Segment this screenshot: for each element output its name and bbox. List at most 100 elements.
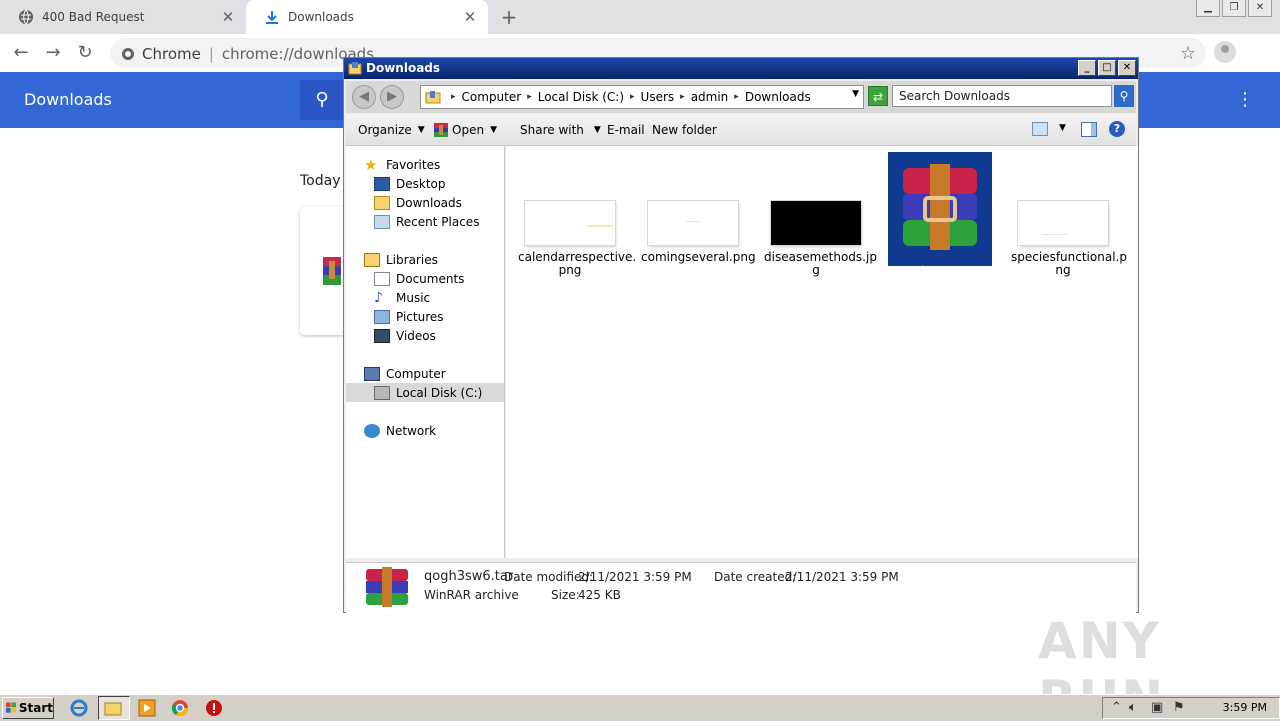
volume-icon[interactable]: 🔈︎ <box>1129 700 1137 715</box>
nav-pictures[interactable]: Pictures <box>374 307 444 326</box>
media-player-icon[interactable] <box>138 699 156 717</box>
breadcrumb-item[interactable]: admin ▸ <box>691 90 745 104</box>
forward-button[interactable]: ▶ <box>380 85 404 109</box>
tab-strip: 400 Bad Request ✕ Downloads ✕ + ▁ ❐ ✕ <box>0 0 1280 34</box>
reload-button[interactable]: ↻ <box>74 42 96 64</box>
chevron-up-icon[interactable]: ⌃ <box>1111 700 1122 715</box>
file-item[interactable]: calendarrespective. png <box>518 201 636 277</box>
window-title: Downloads <box>366 61 441 75</box>
breadcrumb-item[interactable]: Downloads <box>745 90 811 104</box>
nav-network[interactable]: Network <box>364 421 436 440</box>
folder-icon <box>348 62 362 75</box>
close-tab-icon[interactable]: ✕ <box>220 9 236 25</box>
chrome-icon[interactable] <box>171 699 189 717</box>
stop-icon[interactable] <box>205 699 223 717</box>
navigation-pane: ★ Favorites Desktop Downloads Recent Plac… <box>346 146 505 558</box>
chevron-down-icon[interactable]: ▼ <box>852 89 859 99</box>
back-button[interactable]: ← <box>10 42 32 64</box>
documents-icon <box>374 271 390 286</box>
downloads-folder-icon <box>374 195 390 210</box>
search-input[interactable]: Search Downloads <box>892 85 1112 107</box>
tab-bad-request[interactable]: 400 Bad Request ✕ <box>0 0 246 34</box>
breadcrumb-item[interactable]: Local Disk (C:) ▸ <box>538 90 641 104</box>
file-list: calendarrespective. png comingseveral.png… <box>506 146 1138 558</box>
back-button[interactable]: ◀ <box>352 85 376 109</box>
folder-icon <box>425 91 441 104</box>
image-thumbnail <box>525 201 615 245</box>
command-bar: Organize ▼ Open ▼ Share with ▼ E-mail New f… <box>346 115 1136 146</box>
network-icon[interactable]: ▣ <box>1151 700 1163 715</box>
explorer-folder-icon <box>104 702 122 716</box>
file-item[interactable]: comingseveral.png <box>641 201 756 264</box>
computer-icon <box>364 366 380 381</box>
page-title: Downloads <box>24 90 112 109</box>
nav-computer[interactable]: Computer <box>364 364 446 383</box>
flag-icon[interactable]: ⚑ <box>1173 700 1185 715</box>
organize-button[interactable]: Organize ▼ <box>358 123 425 137</box>
clock[interactable]: 3:59 PM <box>1223 701 1267 714</box>
winrar-icon <box>434 123 448 137</box>
breadcrumb-item[interactable]: Users ▸ <box>641 90 691 104</box>
videos-icon <box>374 328 390 343</box>
bookmark-star-icon[interactable]: ☆ <box>1180 43 1196 64</box>
winrar-icon <box>323 257 341 285</box>
address-bar[interactable]: ▸ Computer ▸ Local Disk (C:) ▸ Users ▸ admi… <box>420 85 864 109</box>
nav-documents[interactable]: Documents <box>374 269 464 288</box>
taskbar: Start ⌃ 🔈︎ ▣ ⚑ 3:59 PM <box>0 694 1280 721</box>
help-icon[interactable]: ? <box>1109 121 1125 137</box>
breadcrumb-item[interactable]: Computer ▸ <box>462 90 538 104</box>
maximize-button[interactable]: □ <box>1098 60 1116 76</box>
nav-downloads[interactable]: Downloads <box>374 193 462 212</box>
chrome-icon <box>122 48 134 60</box>
open-button[interactable]: Open ▼ <box>434 123 497 137</box>
start-button[interactable]: Start <box>2 697 54 719</box>
share-with-button[interactable]: Share with ▼ <box>520 123 601 137</box>
close-button[interactable]: ✕ <box>1118 60 1136 76</box>
file-item[interactable]: diseasemethods.jp g <box>764 201 877 277</box>
nav-local-disk[interactable]: Local Disk (C:) <box>346 383 504 402</box>
email-button[interactable]: E-mail <box>607 123 645 137</box>
restore-button[interactable]: ❐ <box>1222 0 1246 17</box>
search-icon[interactable]: ⚲ <box>300 80 344 120</box>
tab-downloads[interactable]: Downloads ✕ <box>246 0 488 34</box>
details-type: WinRAR archive <box>424 588 519 602</box>
file-item[interactable]: speciesfunctional.p ng <box>1011 201 1127 277</box>
minimize-button[interactable]: _ <box>1078 60 1096 76</box>
system-tray: ⌃ 🔈︎ ▣ ⚑ 3:59 PM <box>1102 697 1280 719</box>
new-tab-button[interactable]: + <box>498 6 520 28</box>
details-date-created-label: Date created: <box>714 570 797 584</box>
forward-button[interactable]: → <box>42 42 64 64</box>
close-button[interactable]: ✕ <box>1248 0 1272 17</box>
nav-libraries[interactable]: Libraries <box>364 250 438 269</box>
nav-videos[interactable]: Videos <box>374 326 436 345</box>
search-icon[interactable]: ⚲ <box>1114 85 1134 107</box>
details-size-label: Size: <box>551 588 580 602</box>
minimize-button[interactable]: ▁ <box>1196 0 1220 17</box>
nav-recent-places[interactable]: Recent Places <box>374 212 479 231</box>
drive-icon <box>374 385 390 400</box>
more-menu-icon[interactable]: ⋮ <box>1236 88 1254 112</box>
internet-explorer-icon[interactable] <box>70 699 88 717</box>
winrar-icon <box>366 567 408 607</box>
omnibox-site-label: Chrome <box>142 45 201 63</box>
recent-places-icon <box>374 214 390 229</box>
tab-label: 400 Bad Request <box>42 10 145 24</box>
close-tab-icon[interactable]: ✕ <box>462 9 478 25</box>
image-thumbnail <box>648 201 738 245</box>
file-item-selected[interactable]: qogh3sw6.tar <box>888 152 992 278</box>
explorer-titlebar[interactable]: Downloads _ □ ✕ <box>344 58 1138 79</box>
address-row: ◀ ▶ ▸ Computer ▸ Local Disk (C:) ▸ Users ▸ … <box>346 81 1136 113</box>
image-thumbnail <box>771 201 861 245</box>
profile-avatar[interactable] <box>1214 41 1236 63</box>
refresh-button[interactable]: ⇄ <box>868 86 888 106</box>
new-folder-button[interactable]: New folder <box>652 123 717 137</box>
winrar-icon <box>903 164 977 250</box>
view-icon[interactable] <box>1032 122 1048 136</box>
nav-music[interactable]: ♪ Music <box>374 288 430 307</box>
nav-favorites[interactable]: ★ Favorites <box>364 155 440 174</box>
nav-desktop[interactable]: Desktop <box>374 174 446 193</box>
desktop-icon <box>374 176 390 191</box>
date-section-label: Today <box>300 173 341 189</box>
preview-pane-icon[interactable] <box>1081 122 1097 137</box>
chevron-down-icon[interactable]: ▼ <box>1059 123 1066 133</box>
